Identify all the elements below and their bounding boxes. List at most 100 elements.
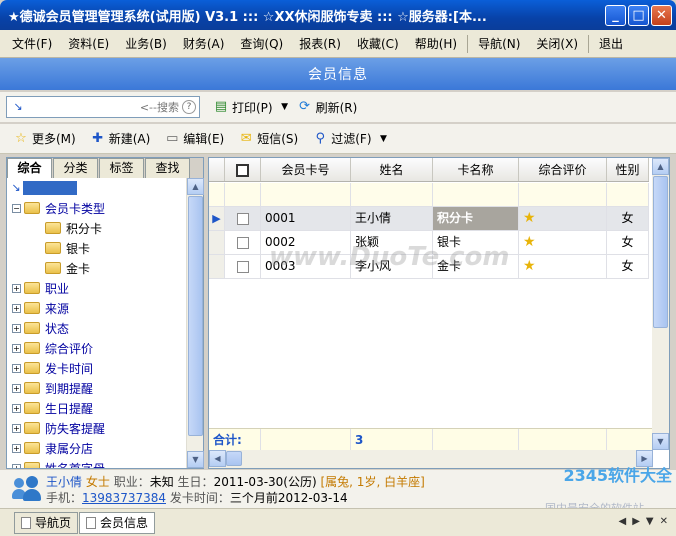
scroll-up-icon[interactable]: ▲ [187,178,204,195]
phone-link[interactable]: 13983737384 [82,491,166,505]
expand-icon[interactable]: + [12,363,21,373]
menu-business[interactable]: 业务(B) [117,35,175,52]
tree-root-selected[interactable] [23,181,77,195]
row-checkbox-cell[interactable] [225,255,261,278]
menu-favorites[interactable]: 收藏(C) [349,35,407,52]
scroll-left-icon[interactable]: ◀ [209,450,226,467]
tree-node-status[interactable]: + 状态 [7,318,187,338]
tree-node-occupation[interactable]: + 职业 [7,278,187,298]
tree-node-source[interactable]: + 来源 [7,298,187,318]
tree-node-points-card[interactable]: 积分卡 [7,218,187,238]
expand-icon[interactable]: + [12,343,21,353]
tree-node-card-type[interactable]: − 会员卡类型 [7,198,187,218]
menu-separator [467,34,469,53]
menu-report[interactable]: 报表(R) [291,35,349,52]
tab-list-icon[interactable]: ▼ [646,516,654,527]
menu-help[interactable]: 帮助(H) [407,35,465,52]
filter-cell[interactable] [607,183,649,206]
menu-data[interactable]: 资料(E) [60,35,117,52]
tree-node-gold-card[interactable]: 金卡 [7,258,187,278]
tab-overview[interactable]: 综合 [7,158,52,178]
menu-query[interactable]: 查询(Q) [232,35,291,52]
tab-category[interactable]: 分类 [53,158,98,178]
expand-icon[interactable]: + [12,323,21,333]
expand-icon[interactable]: + [12,403,21,413]
filter-row[interactable] [209,183,649,207]
edit-button[interactable]: ▭ 编辑(E) [157,130,231,147]
scroll-down-icon[interactable]: ▼ [187,451,204,468]
maximize-button[interactable]: □ [628,4,649,26]
tab-tags[interactable]: 标签 [99,158,144,178]
print-button[interactable]: ▤ 打印(P) [206,99,280,116]
more-button[interactable]: ☆ 更多(M) [6,130,83,147]
select-all-checkbox[interactable] [236,164,249,177]
scroll-down-icon[interactable]: ▼ [652,433,669,450]
filter-cell[interactable] [433,183,519,206]
cell-gender: 女 [607,255,649,278]
birth-label: 生日： [177,475,214,489]
header-rating[interactable]: 综合评价 [519,158,607,181]
tab-prev-icon[interactable]: ◀ [619,516,627,527]
row-checkbox-cell[interactable] [225,207,261,230]
tab-next-icon[interactable]: ▶ [632,516,640,527]
tree-node-silver-card[interactable]: 银卡 [7,238,187,258]
scroll-thumb[interactable] [188,196,203,436]
tab-home[interactable]: 导航页 [14,511,79,534]
row-checkbox[interactable] [236,236,249,249]
tree-node-birthday-reminder[interactable]: + 生日提醒 [7,398,187,418]
tree-node-branch[interactable]: + 隶属分店 [7,438,187,458]
filter-cell[interactable] [261,183,351,206]
menu-finance[interactable]: 财务(A) [175,35,233,52]
filter-label: 过滤(F) [331,132,372,146]
sms-button[interactable]: ✉ 短信(S) [231,130,305,147]
header-card-name[interactable]: 卡名称 [433,158,519,181]
table-row[interactable]: ▶ 0001 王小倩 积分卡 ★ 女 [209,207,649,231]
minimize-button[interactable]: _ [605,4,626,26]
tab-close-icon[interactable]: ✕ [660,516,668,527]
search-input[interactable] [26,100,179,114]
expand-icon[interactable]: + [12,423,21,433]
menu-navigate[interactable]: 导航(N) [470,35,528,52]
expand-icon[interactable]: + [12,463,21,468]
menu-close[interactable]: 关闭(X) [528,35,586,52]
total-spacer [433,429,519,450]
tree-scrollbar[interactable]: ▲ ▼ [186,178,204,468]
tree-node-issue-time[interactable]: + 发卡时间 [7,358,187,378]
tree-node-churn-reminder[interactable]: + 防失客提醒 [7,418,187,438]
tree-node-rating[interactable]: + 综合评价 [7,338,187,358]
scroll-thumb[interactable] [653,176,668,328]
expand-icon[interactable]: + [12,303,21,313]
filter-cell[interactable] [351,183,433,206]
header-name[interactable]: 姓名 [351,158,433,181]
print-dropdown-icon[interactable]: ▼ [280,99,290,115]
menu-file[interactable]: 文件(F) [4,35,60,52]
tab-member-info[interactable]: 会员信息 [79,511,156,534]
tree-node-expiry-reminder[interactable]: + 到期提醒 [7,378,187,398]
filter-cell[interactable] [519,183,607,206]
header-gender[interactable]: 性别 [607,158,649,181]
header-card-no[interactable]: 会员卡号 [261,158,351,181]
expand-icon[interactable]: + [12,383,21,393]
expand-icon[interactable]: + [12,283,21,293]
scroll-up-icon[interactable]: ▲ [652,158,669,175]
row-checkbox-cell[interactable] [225,231,261,254]
help-icon[interactable]: ? [182,100,196,114]
menu-exit[interactable]: 退出 [591,35,631,52]
collapse-icon[interactable]: − [12,203,21,213]
new-button[interactable]: ✚ 新建(A) [83,130,158,147]
expand-icon[interactable]: + [12,443,21,453]
tree-root[interactable]: ↘ [7,178,187,198]
row-checkbox[interactable] [236,212,249,225]
hscroll-thumb[interactable] [226,451,242,466]
grid-vscrollbar[interactable]: ▲ ▼ [652,158,669,450]
refresh-button[interactable]: ⟳ 刷新(R) [290,99,365,116]
document-icon: ▭ [166,130,179,146]
close-button[interactable]: ✕ [651,4,672,26]
tab-search[interactable]: 查找 [145,158,190,178]
page-title-banner: 会员信息 [0,58,676,90]
row-checkbox[interactable] [236,260,249,273]
filter-dropdown-icon[interactable]: ▼ [379,131,389,147]
tree-node-initial[interactable]: +姓名首字母 [7,458,187,468]
filter-button[interactable]: ⚲ 过滤(F) [305,130,378,147]
header-select-all[interactable] [225,158,261,181]
